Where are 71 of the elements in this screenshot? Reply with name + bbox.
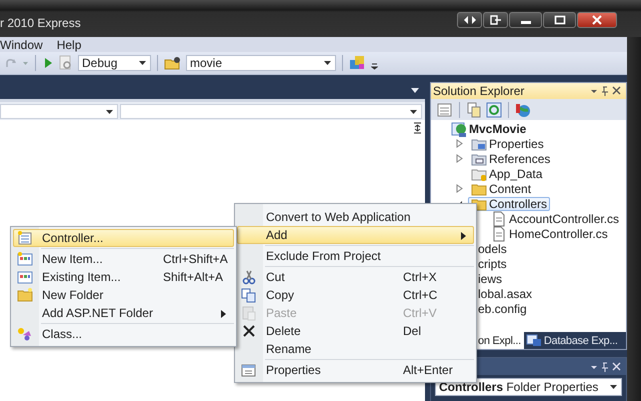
document-icon: [491, 226, 507, 242]
selected-tree-item[interactable]: Controllers: [468, 196, 550, 210]
scissors-icon: [241, 269, 257, 285]
refresh-icon[interactable]: [486, 102, 502, 118]
splitter-icon[interactable]: [413, 122, 422, 134]
submenu-arrow-icon: [221, 310, 226, 318]
tree-item[interactable]: Content: [468, 182, 534, 196]
submenu-arrow-icon: [461, 232, 466, 240]
globe-icon[interactable]: [515, 102, 531, 118]
close-button[interactable]: [577, 12, 617, 28]
menu-item[interactable]: Properties Alt+Enter: [237, 361, 474, 379]
window-title: r 2010 Express: [0, 16, 81, 31]
dropdown-arrow-icon: [139, 61, 146, 65]
class-file-icon: [17, 230, 33, 246]
configuration-dropdown[interactable]: Debug: [78, 55, 151, 71]
pin-close-icons[interactable]: [591, 86, 621, 96]
menu-item[interactable]: Class...: [13, 325, 234, 343]
close-icon: [591, 15, 603, 25]
dropdown-arrow-icon: [106, 110, 113, 114]
folder-icon[interactable]: [164, 55, 182, 71]
menu-item[interactable]: Window: [0, 38, 43, 52]
dropdown-arrow-icon: [324, 61, 331, 65]
tree-item[interactable]: Properties: [468, 136, 547, 150]
pin-close-icons[interactable]: [591, 362, 621, 372]
dropdown-arrow-icon: [610, 385, 617, 389]
menu-item[interactable]: New Item... Ctrl+Shift+A: [13, 250, 234, 268]
tree-item[interactable]: HomeController.cs: [488, 226, 611, 240]
collapsed-arrow-icon[interactable]: [456, 139, 463, 148]
existing-item-icon: [17, 269, 33, 285]
maximize-icon: [554, 15, 566, 25]
arrows-icon: [464, 16, 476, 24]
caret-icon[interactable]: [411, 88, 419, 93]
copy-icon: [241, 287, 257, 303]
dropdown-arrow-icon: [410, 110, 417, 114]
menu-item[interactable]: Copy Ctrl+C: [237, 286, 474, 304]
tree-item[interactable]: App_Data: [468, 166, 546, 180]
menu-item[interactable]: Convert to Web Application: [237, 208, 474, 226]
properties-icon: [241, 362, 257, 378]
tree-item[interactable]: MvcMovie: [448, 122, 530, 136]
dock-button[interactable]: [483, 12, 508, 28]
tree-item[interactable]: References: [468, 152, 554, 166]
play-icon[interactable]: [42, 56, 54, 70]
menu-item[interactable]: Controller...: [13, 229, 234, 247]
delete-icon: [241, 323, 257, 339]
document-icon: [491, 210, 507, 226]
menu-item[interactable]: Existing Item... Shift+Alt+A: [13, 268, 234, 286]
menu-item[interactable]: Add ASP.NET Folder: [13, 304, 234, 322]
panel-tab[interactable]: Database Exp...: [524, 332, 620, 349]
menu-item[interactable]: New Folder: [13, 286, 234, 304]
collapsed-arrow-icon[interactable]: [456, 154, 463, 163]
paste-icon: [241, 305, 257, 321]
minimize-button[interactable]: [509, 12, 542, 28]
menu-item[interactable]: Help: [56, 38, 82, 52]
database-icon: [526, 334, 542, 347]
properties-icon[interactable]: [437, 102, 453, 118]
tree-item[interactable]: AccountController.cs: [488, 212, 622, 226]
web-project-icon: [451, 120, 467, 136]
collapsed-arrow-icon[interactable]: [456, 184, 463, 193]
menu-item[interactable]: Add: [237, 226, 474, 244]
menu-item[interactable]: Exclude From Project: [237, 247, 474, 265]
object-dropdown[interactable]: Controllers Folder Properties: [435, 378, 622, 396]
panel-title: Solution Explorer: [433, 84, 524, 98]
maximize-button[interactable]: [543, 12, 576, 28]
files-icon[interactable]: [466, 102, 482, 118]
class-icon: [17, 326, 33, 342]
menu-item[interactable]: Cut Ctrl+X: [237, 268, 474, 286]
new-folder-icon: [17, 287, 33, 303]
dock-icon: [490, 15, 502, 25]
arrows-button[interactable]: [457, 12, 482, 28]
new-item-icon: [17, 251, 33, 267]
find-field[interactable]: movie: [186, 55, 336, 71]
